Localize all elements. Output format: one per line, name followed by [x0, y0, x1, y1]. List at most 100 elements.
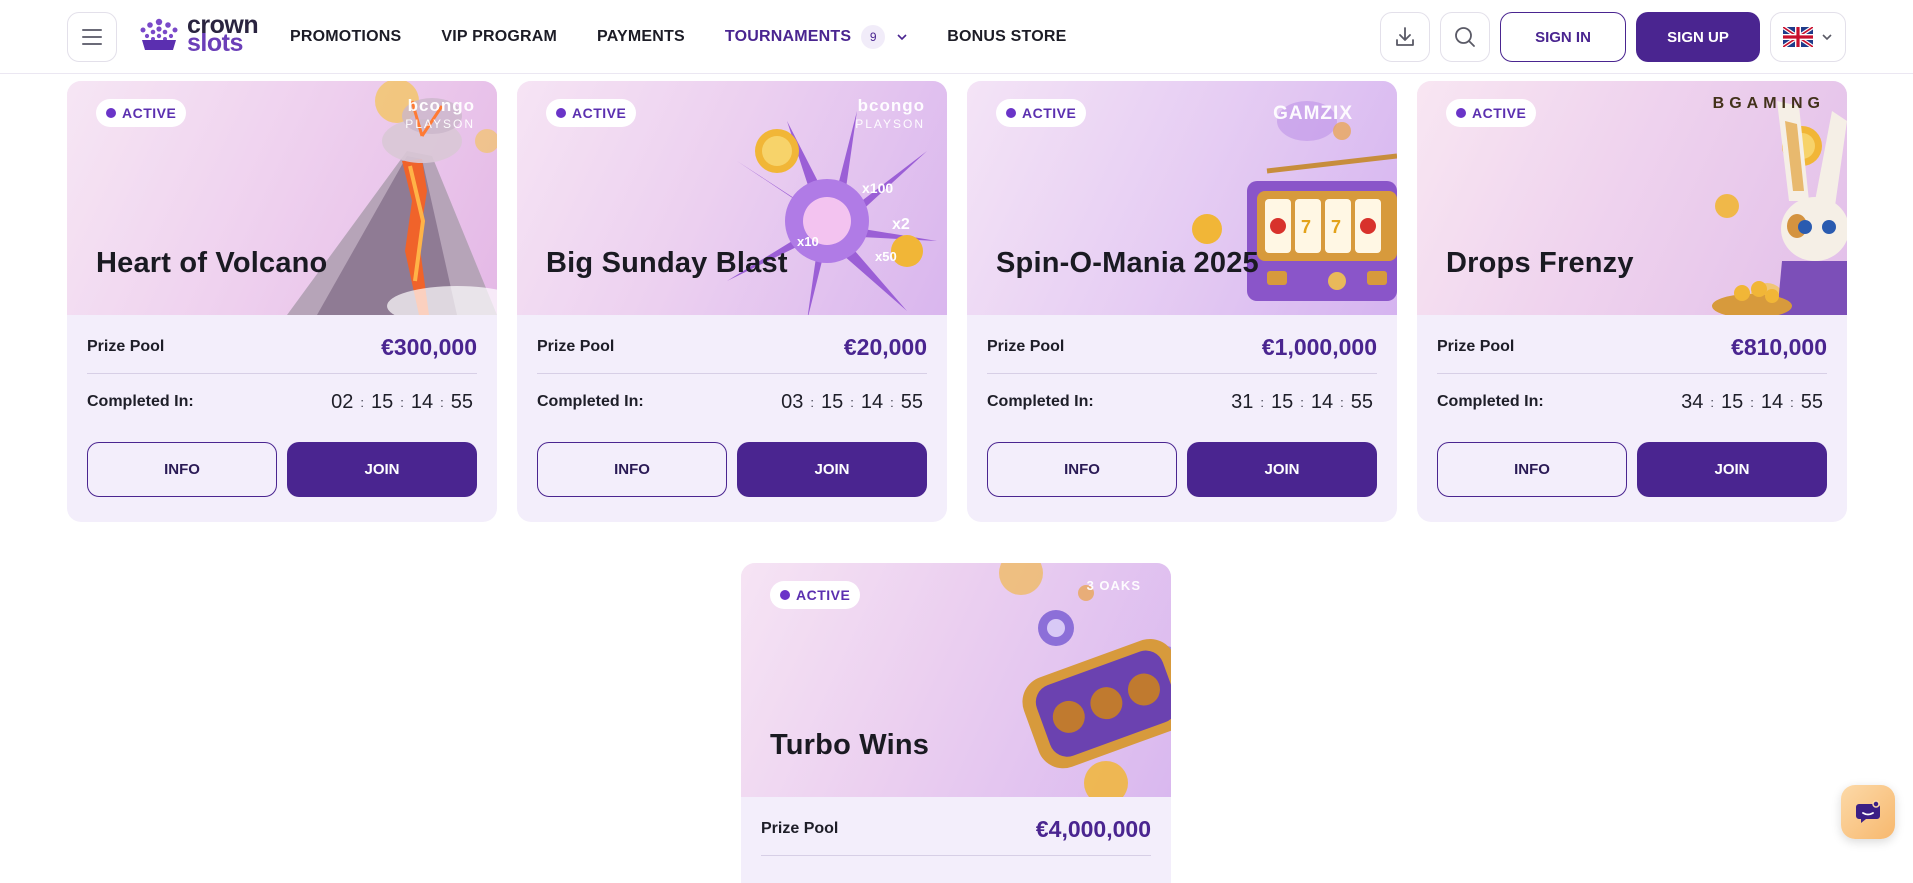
provider-name: bcongo — [857, 96, 925, 115]
join-button[interactable]: JOIN — [737, 442, 927, 497]
timer-hours: 15 — [821, 390, 844, 413]
prize-pool-value: €810,000 — [1731, 333, 1827, 360]
active-dot-icon — [106, 108, 116, 118]
timer-seconds: 55 — [450, 390, 473, 413]
tournament-title: Heart of Volcano — [96, 247, 328, 279]
nav-vip-program[interactable]: VIP PROGRAM — [441, 28, 557, 46]
info-button[interactable]: INFO — [87, 442, 277, 497]
status-badge: ACTIVE — [546, 99, 637, 127]
svg-text:7: 7 — [1301, 217, 1311, 237]
timer-hours: 15 — [371, 390, 394, 413]
svg-text:x50: x50 — [875, 249, 897, 264]
download-icon — [1396, 27, 1414, 46]
nav-tournaments[interactable]: TOURNAMENTS 9 — [725, 25, 907, 49]
chevron-down-icon — [1822, 34, 1832, 41]
provider-name-secondary: PLAYSON — [405, 117, 475, 131]
completed-in-label: Completed In: — [1437, 393, 1544, 410]
prize-pool-label: Prize Pool — [1437, 338, 1515, 355]
completed-in-label: Completed In: — [987, 393, 1094, 410]
timer-days: 31 — [1231, 390, 1254, 413]
tournament-banner[interactable]: ACTIVE bcongo PLAYSON Heart of Volcano — [67, 81, 497, 315]
active-dot-icon — [780, 590, 790, 600]
download-button[interactable] — [1380, 12, 1430, 62]
svg-text:x10: x10 — [797, 234, 819, 249]
timer-days: 34 — [1681, 390, 1704, 413]
provider-logo: bcongo PLAYSON — [855, 97, 925, 133]
active-dot-icon — [556, 108, 566, 118]
active-dot-icon — [1006, 108, 1016, 118]
prize-pool-value: €20,000 — [843, 333, 927, 360]
chevron-down-icon — [897, 34, 907, 41]
join-button[interactable]: JOIN — [1187, 442, 1377, 497]
countdown-timer: 03: 15: 14: 55 — [781, 390, 923, 413]
nav-tournaments-label: TOURNAMENTS — [724, 28, 852, 45]
provider-name-secondary: PLAYSON — [855, 117, 925, 131]
language-selector[interactable] — [1770, 12, 1846, 62]
tournaments-count-badge: 9 — [861, 25, 886, 49]
status-badge: ACTIVE — [1446, 99, 1537, 127]
tournament-banner[interactable]: ACTIVE 3 OAKS Turbo Wins — [741, 563, 1171, 797]
active-dot-icon — [1456, 108, 1466, 118]
badge-label: ACTIVE — [122, 105, 177, 121]
menu-button[interactable] — [67, 12, 117, 62]
prize-pool-value: €4,000,000 — [1035, 815, 1151, 842]
status-badge: ACTIVE — [770, 581, 861, 609]
tournament-banner[interactable]: ACTIVE BGAMING Drops Frenzy — [1417, 81, 1847, 315]
badge-label: ACTIVE — [796, 587, 851, 603]
timer-minutes: 14 — [1760, 390, 1784, 413]
info-button[interactable]: INFO — [537, 442, 727, 497]
hamburger-icon — [82, 29, 102, 45]
timer-minutes: 14 — [1310, 390, 1334, 413]
countdown-timer: 02: 15: 14: 55 — [331, 390, 473, 413]
tournament-title: Drops Frenzy — [1446, 247, 1634, 279]
timer-minutes: 14 — [860, 390, 884, 413]
provider-logo: GAMZIX — [1273, 103, 1353, 124]
prize-pool-value: €300,000 — [381, 333, 477, 360]
provider-logo: BGAMING — [1712, 95, 1825, 112]
status-badge: ACTIVE — [996, 99, 1087, 127]
crown-logo-icon — [140, 18, 178, 50]
divider — [761, 855, 1151, 856]
tournament-card: ACTIVE 3 OAKS Turbo Wins Prize Pool €4,00… — [741, 563, 1171, 883]
uk-flag-icon — [1783, 27, 1813, 47]
nav-bonus-store[interactable]: BONUS STORE — [947, 28, 1066, 46]
join-button[interactable]: JOIN — [287, 442, 477, 497]
chat-widget-button[interactable] — [1841, 785, 1895, 839]
timer-days: 02 — [331, 390, 354, 413]
tournament-card: 7 7 ACTIVE GAMZIX Spin-O-Mania 2025 Priz… — [967, 81, 1397, 522]
join-button[interactable]: JOIN — [1637, 442, 1827, 497]
sign-in-button[interactable]: SIGN IN — [1500, 12, 1626, 62]
tournament-card: x100 x10 x2 x50 ACTIVE bcongo PLAYSON Big… — [517, 81, 947, 522]
prize-pool-label: Prize Pool — [87, 338, 165, 355]
timer-hours: 15 — [1721, 390, 1744, 413]
timer-seconds: 55 — [1800, 390, 1823, 413]
countdown-timer: 31: 15: 14: 55 — [1231, 390, 1373, 413]
provider-logo: 3 OAKS — [1086, 578, 1141, 593]
tournament-banner[interactable]: 7 7 ACTIVE GAMZIX Spin-O-Mania 2025 — [967, 81, 1397, 315]
tournament-card: ACTIVE BGAMING Drops Frenzy Prize Pool €8… — [1417, 81, 1847, 522]
timer-hours: 15 — [1271, 390, 1294, 413]
logo[interactable]: crown slots — [137, 13, 259, 56]
info-button[interactable]: INFO — [987, 442, 1177, 497]
completed-in-label: Completed In: — [537, 393, 644, 410]
provider-logo: bcongo PLAYSON — [405, 97, 475, 133]
status-badge: ACTIVE — [96, 99, 187, 127]
badge-label: ACTIVE — [1472, 105, 1527, 121]
nav-promotions[interactable]: PROMOTIONS — [290, 28, 401, 46]
timer-seconds: 55 — [900, 390, 923, 413]
main-nav: PROMOTIONS VIP PROGRAM PAYMENTS TOURNAME… — [290, 0, 1107, 74]
provider-name: bcongo — [407, 96, 475, 115]
chat-icon — [1856, 800, 1880, 823]
info-button[interactable]: INFO — [1437, 442, 1627, 497]
badge-label: ACTIVE — [1022, 105, 1077, 121]
tournament-card: ACTIVE bcongo PLAYSON Heart of Volcano Pr… — [67, 81, 497, 522]
prize-pool-label: Prize Pool — [987, 338, 1065, 355]
timer-seconds: 55 — [1350, 390, 1373, 413]
sign-up-button[interactable]: SIGN UP — [1636, 12, 1760, 62]
svg-text:7: 7 — [1331, 217, 1341, 237]
countdown-timer: 34: 15: 14: 55 — [1681, 390, 1823, 413]
nav-payments[interactable]: PAYMENTS — [597, 28, 685, 46]
search-button[interactable] — [1440, 12, 1490, 62]
tournament-banner[interactable]: x100 x10 x2 x50 ACTIVE bcongo PLAYSON Big… — [517, 81, 947, 315]
prize-pool-value: €1,000,000 — [1261, 333, 1377, 360]
